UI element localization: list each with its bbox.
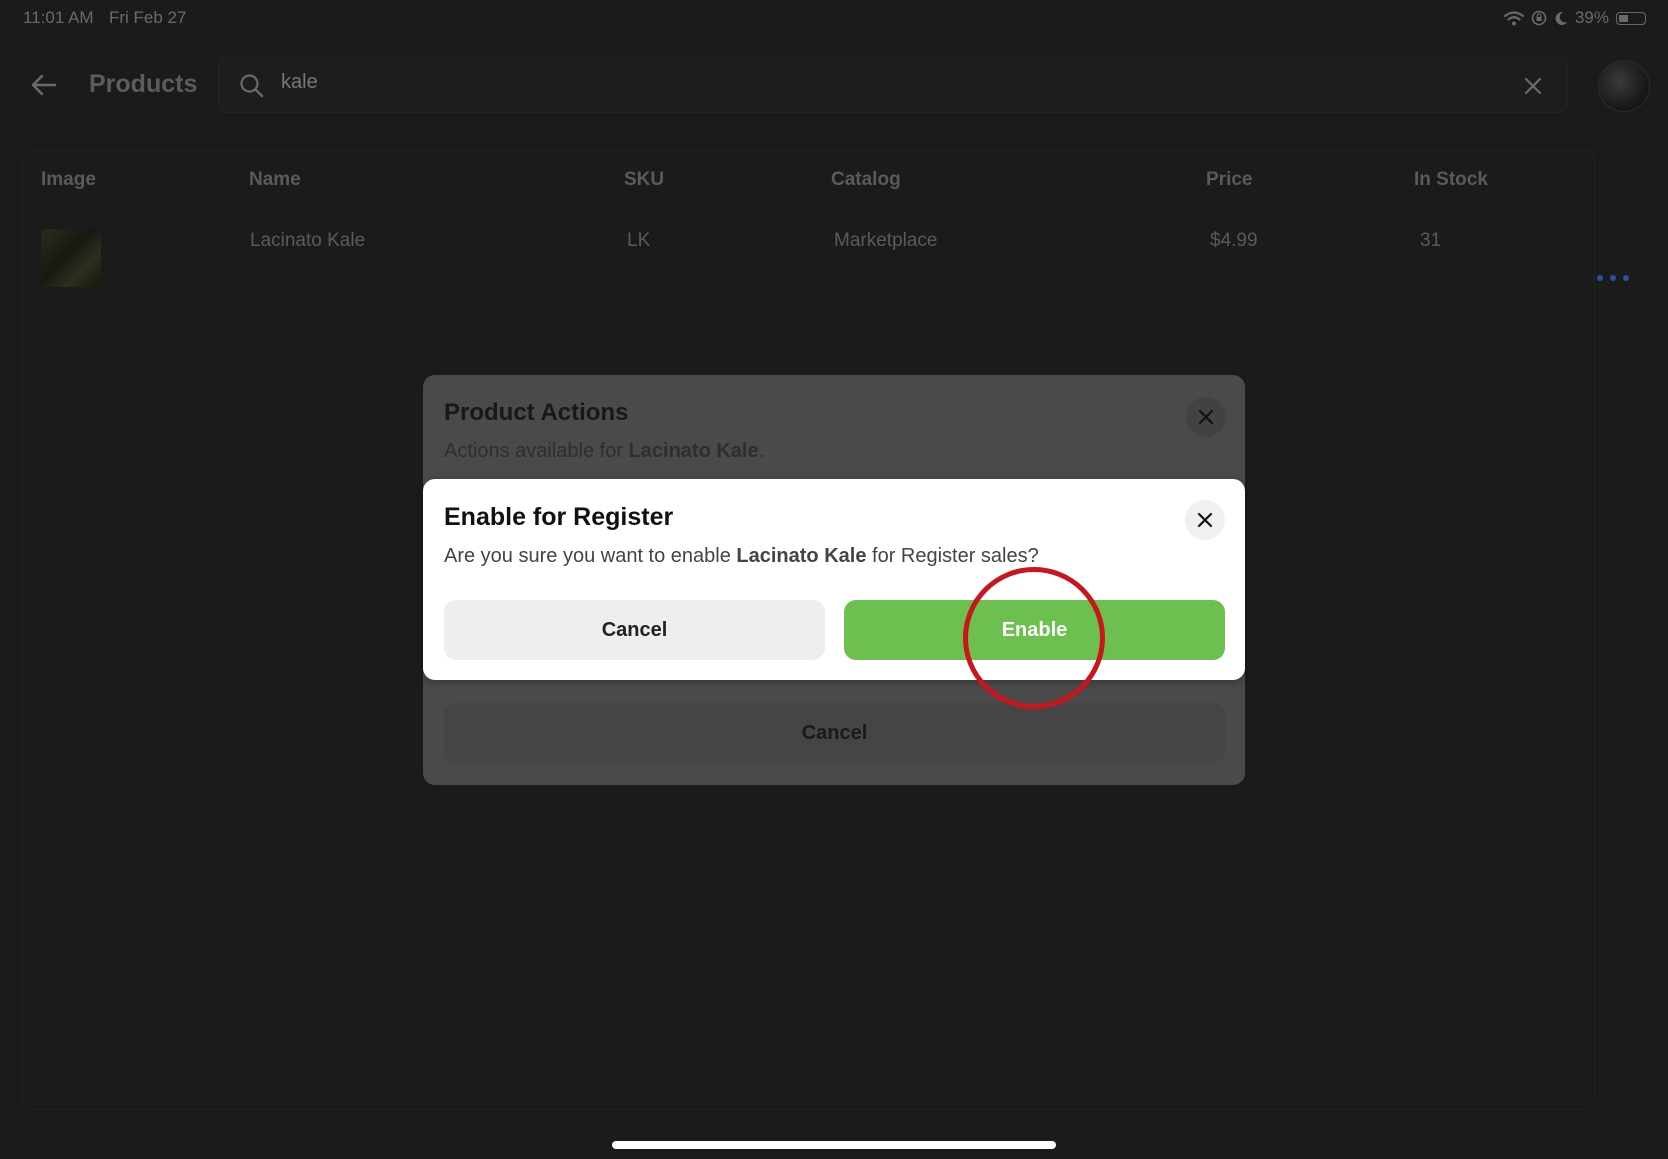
close-icon (1197, 512, 1213, 528)
product-name: Lacinato Kale (250, 230, 366, 251)
product-in-stock: 31 (1420, 230, 1442, 251)
product-actions-title: Product Actions (444, 399, 629, 426)
page-title: Products (89, 70, 198, 98)
row-more-button[interactable] (1590, 268, 1636, 288)
product-thumbnail (41, 229, 101, 287)
dialog-message: Are you sure you want to enable Lacinato… (444, 545, 1039, 568)
dialog-close-button[interactable] (1185, 500, 1225, 540)
status-icons: 39% (1503, 8, 1646, 28)
clear-search-button[interactable] (1521, 74, 1545, 98)
subtitle-product: Lacinato Kale (628, 440, 759, 462)
dialog-title: Enable for Register (444, 503, 674, 531)
moon-icon (1555, 11, 1568, 25)
enable-register-dialog: Enable for Register Are you sure you wan… (423, 479, 1245, 680)
status-bar: 11:01 AM Fri Feb 27 39% (0, 0, 1668, 34)
product-catalog: Marketplace (834, 230, 938, 251)
enable-button[interactable]: Enable (844, 600, 1225, 660)
column-header-sku[interactable]: SKU (624, 169, 664, 191)
column-header-price[interactable]: Price (1206, 169, 1252, 191)
product-price: $4.99 (1210, 230, 1258, 251)
search-icon (240, 74, 264, 98)
product-actions-close-button[interactable] (1186, 397, 1226, 437)
product-actions-cancel-button[interactable]: Cancel (444, 703, 1225, 763)
battery-level (1619, 14, 1628, 22)
column-header-image[interactable]: Image (41, 169, 96, 191)
orientation-lock-icon (1531, 10, 1547, 26)
column-header-name[interactable]: Name (249, 169, 301, 191)
clear-icon (1524, 77, 1542, 95)
battery-percent: 39% (1574, 8, 1609, 27)
column-header-in-stock[interactable]: In Stock (1414, 169, 1488, 191)
status-time: 11:01 AM (23, 8, 94, 27)
message-suffix: for Register sales? (866, 545, 1039, 567)
back-button[interactable] (26, 67, 62, 103)
battery-icon (1616, 11, 1646, 25)
product-actions-subtitle: Actions available for Lacinato Kale. (444, 440, 764, 463)
column-header-catalog[interactable]: Catalog (831, 169, 901, 191)
home-indicator[interactable] (612, 1141, 1056, 1149)
search-bar[interactable] (218, 57, 1568, 113)
avatar[interactable] (1598, 60, 1650, 112)
message-product: Lacinato Kale (736, 545, 867, 567)
search-input[interactable] (279, 70, 1483, 95)
back-arrow-icon (31, 74, 57, 96)
cancel-button[interactable]: Cancel (444, 600, 825, 660)
message-prefix: Are you sure you want to enable (444, 545, 737, 567)
top-bar: Products (0, 55, 1668, 115)
status-date: Fri Feb 27 (109, 8, 187, 27)
subtitle-prefix: Actions available for (444, 440, 629, 462)
wifi-icon (1503, 10, 1524, 25)
more-dots-icon (1597, 275, 1629, 281)
subtitle-suffix: . (758, 440, 765, 462)
close-icon (1198, 409, 1214, 425)
product-sku: LK (627, 230, 651, 251)
